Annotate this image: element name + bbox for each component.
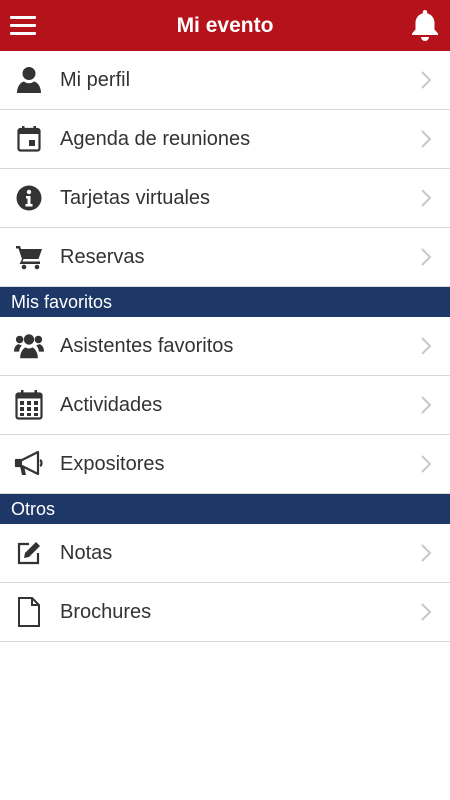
page-title: Mi evento bbox=[176, 13, 274, 37]
user-icon bbox=[14, 65, 44, 95]
notifications-button[interactable] bbox=[410, 8, 440, 42]
menu-item-label: Brochures bbox=[60, 600, 152, 623]
menu-item-label: Expositores bbox=[60, 452, 165, 475]
menu-item-label: Actividades bbox=[60, 393, 163, 416]
chevron-right-icon bbox=[421, 544, 432, 562]
menu-item-label: Agenda de reuniones bbox=[60, 127, 251, 150]
menu-item-label: Tarjetas virtuales bbox=[60, 186, 211, 209]
chevron-right-icon bbox=[421, 455, 432, 473]
menu-item-label: Mi perfil bbox=[60, 68, 131, 91]
menu-item-tarjetas-virtuales[interactable]: Tarjetas virtuales bbox=[0, 169, 450, 228]
bell-icon bbox=[412, 10, 438, 41]
chevron-right-icon bbox=[421, 337, 432, 355]
menu-item-brochures[interactable]: Brochures bbox=[0, 583, 450, 642]
cart-icon bbox=[14, 242, 44, 272]
chevron-right-icon bbox=[421, 603, 432, 621]
chevron-right-icon bbox=[421, 130, 432, 148]
hamburger-icon bbox=[10, 15, 36, 19]
menu-item-label: Reservas bbox=[60, 245, 145, 268]
info-icon bbox=[14, 183, 44, 213]
chevron-right-icon bbox=[421, 396, 432, 414]
app-header: Mi evento bbox=[0, 0, 450, 51]
calendar-grid-icon bbox=[14, 390, 44, 420]
chevron-right-icon bbox=[421, 248, 432, 266]
users-icon bbox=[14, 331, 44, 361]
menu-item-reservas[interactable]: Reservas bbox=[0, 228, 450, 287]
menu-item-expositores[interactable]: Expositores bbox=[0, 435, 450, 494]
menu-item-agenda-de-reuniones[interactable]: Agenda de reuniones bbox=[0, 110, 450, 169]
menu-item-asistentes-favoritos[interactable]: Asistentes favoritos bbox=[0, 317, 450, 376]
hamburger-menu-button[interactable] bbox=[10, 12, 36, 38]
edit-icon bbox=[14, 538, 44, 568]
menu-item-actividades[interactable]: Actividades bbox=[0, 376, 450, 435]
section-header-otros: Otros bbox=[0, 494, 450, 524]
menu-item-label: Asistentes favoritos bbox=[60, 334, 234, 357]
megaphone-icon bbox=[14, 449, 44, 479]
calendar-icon bbox=[14, 124, 44, 154]
menu-item-mi-perfil[interactable]: Mi perfil bbox=[0, 51, 450, 110]
menu-item-label: Notas bbox=[60, 541, 113, 564]
menu-item-notas[interactable]: Notas bbox=[0, 524, 450, 583]
document-icon bbox=[14, 597, 44, 627]
menu-list: Mi perfil Agenda de reuniones Tarjetas v… bbox=[0, 51, 450, 642]
chevron-right-icon bbox=[421, 189, 432, 207]
chevron-right-icon bbox=[421, 71, 432, 89]
section-header-mis-favoritos: Mis favoritos bbox=[0, 287, 450, 317]
